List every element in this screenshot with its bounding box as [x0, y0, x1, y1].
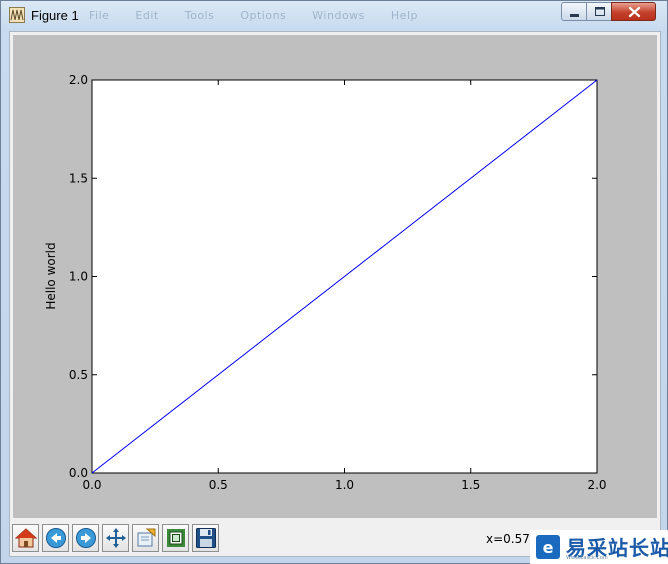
pan-move-icon	[106, 528, 126, 548]
ghost-menu-item: Tools	[184, 9, 215, 22]
x-tick-label: 1.0	[335, 478, 354, 492]
minimize-icon	[570, 14, 579, 17]
watermark-subtext: Www.Easck.Com	[566, 555, 608, 561]
save-floppy-icon	[196, 528, 216, 548]
matplotlib-app-icon	[9, 7, 25, 23]
x-tick-label: 2.0	[587, 478, 606, 492]
zoom-rect-icon	[137, 528, 156, 547]
home-button[interactable]	[12, 524, 39, 552]
close-button[interactable]	[611, 2, 656, 21]
back-arrow-icon	[46, 528, 66, 548]
maximize-button[interactable]	[586, 2, 612, 21]
x-tick-label: 0.0	[82, 478, 101, 492]
y-tick-label: 2.0	[69, 73, 88, 87]
y-tick-label: 0.5	[69, 368, 88, 382]
x-tick-label: 1.5	[461, 478, 480, 492]
save-button[interactable]	[192, 524, 219, 552]
ghost-menu-item: Options	[240, 9, 287, 22]
ghost-menu-item: Edit	[135, 9, 159, 22]
title-bar[interactable]: Figure 1 File Edit Tools Options Windows…	[1, 1, 667, 31]
ghost-menu-item: File	[89, 9, 110, 22]
y-tick-label: 0.0	[69, 466, 88, 480]
y-tick-label: 1.5	[69, 171, 88, 185]
figure-canvas-container: 0.0 0.5 1.0 1.5 2.0 0.0 0.5 1.0 1.5 2.0 Hello wor…	[9, 31, 661, 557]
forward-arrow-icon	[76, 528, 96, 548]
close-icon	[628, 6, 641, 18]
home-icon	[15, 528, 37, 548]
minimize-button[interactable]	[561, 2, 587, 21]
x-tick-label: 0.5	[209, 478, 228, 492]
ghost-menu-item: Help	[390, 9, 418, 22]
figure-window: Figure 1 File Edit Tools Options Windows…	[0, 0, 668, 564]
forward-button[interactable]	[72, 524, 99, 552]
subplots-button[interactable]	[162, 524, 189, 552]
watermark-logo-icon: e	[536, 535, 560, 559]
line-chart: 0.0 0.5 1.0 1.5 2.0 0.0 0.5 1.0 1.5 2.0 Hello wor…	[44, 73, 607, 492]
maximize-icon	[595, 7, 605, 16]
zoom-button[interactable]	[132, 524, 159, 552]
y-axis-label: Hello world	[44, 242, 58, 309]
ghost-menu-bar: File Edit Tools Options Windows Help	[89, 9, 440, 22]
back-button[interactable]	[42, 524, 69, 552]
y-tick-label: 1.0	[69, 270, 88, 284]
figure-canvas[interactable]: 0.0 0.5 1.0 1.5 2.0 0.0 0.5 1.0 1.5 2.0 Hello wor…	[13, 35, 657, 518]
ghost-menu-item: Windows	[312, 9, 365, 22]
subplots-config-icon	[167, 529, 185, 547]
watermark: e 易采站长站 Www.Easck.Com	[530, 530, 668, 564]
pan-button[interactable]	[102, 524, 129, 552]
svg-text:e: e	[543, 538, 554, 557]
window-title: Figure 1	[31, 8, 79, 23]
